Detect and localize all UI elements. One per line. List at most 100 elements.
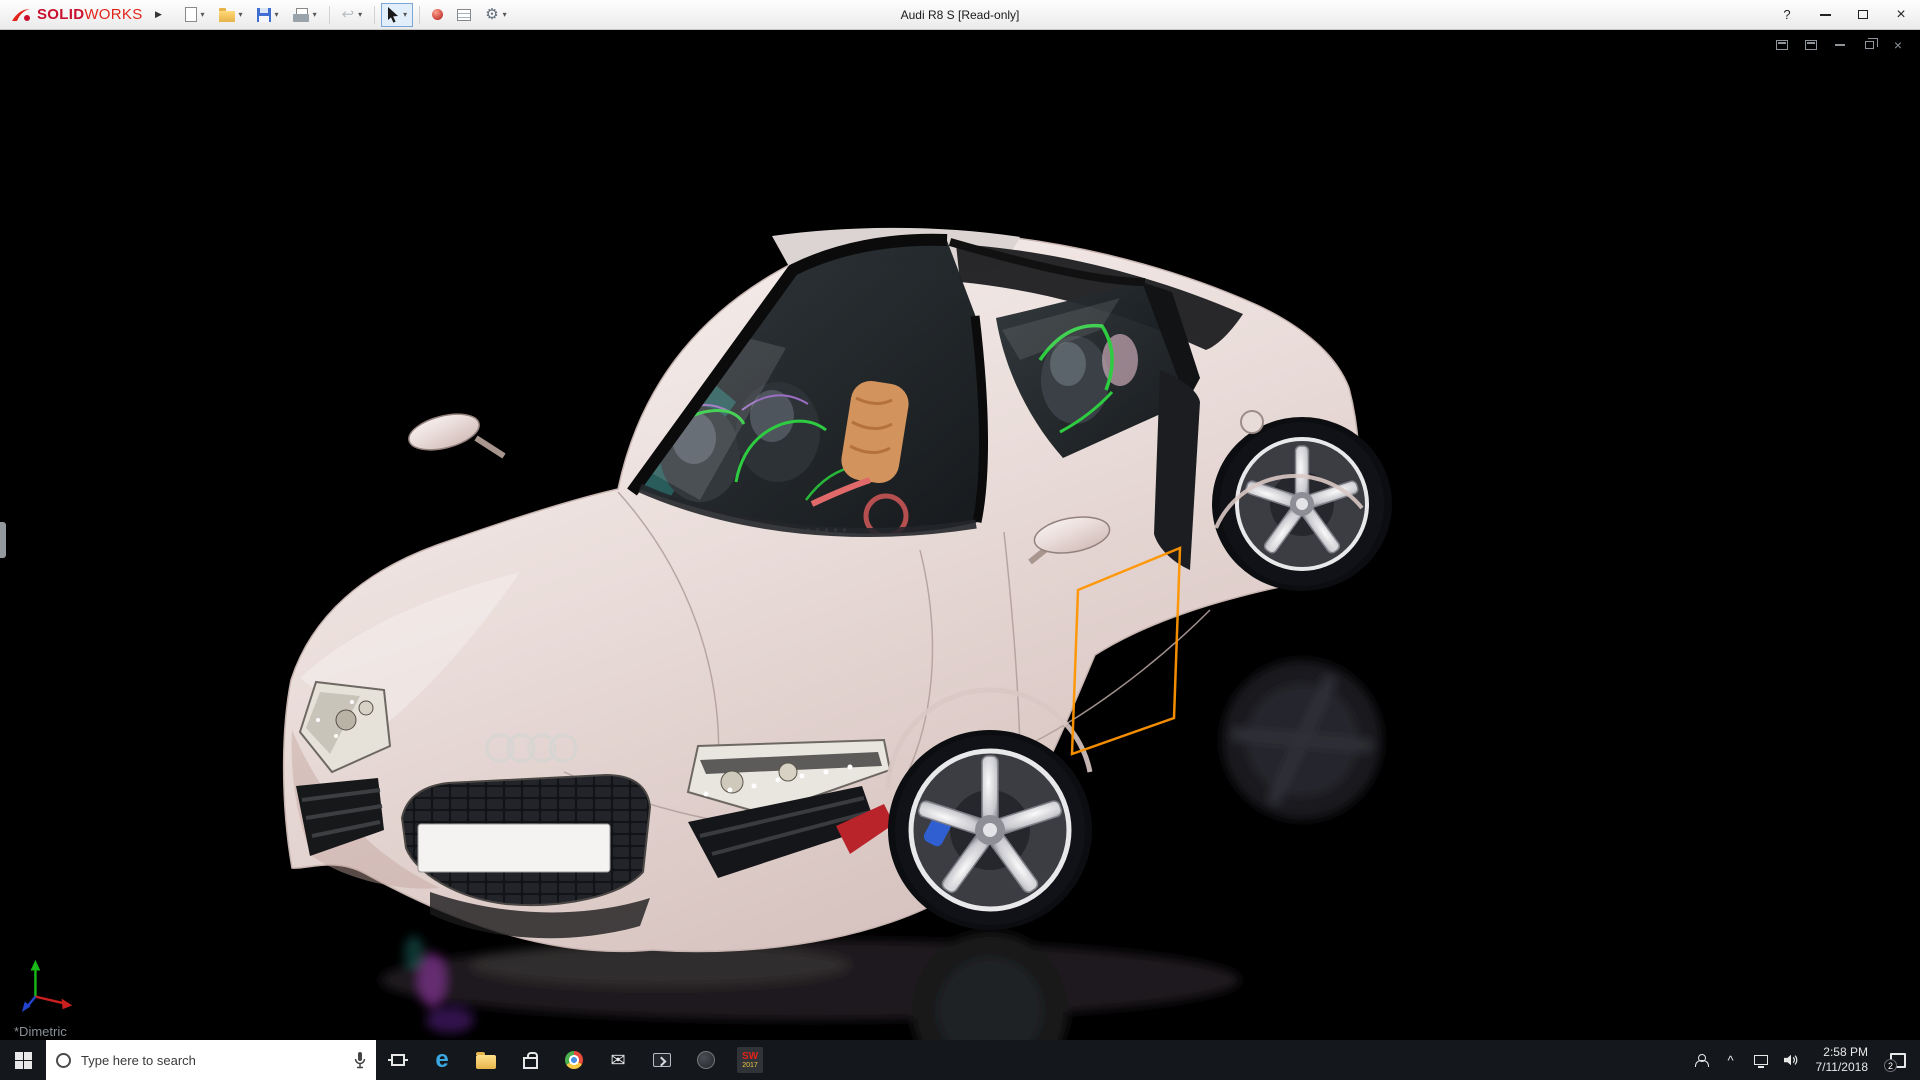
taskbar-clock[interactable]: 2:58 PM 7/11/2018	[1808, 1045, 1877, 1075]
minimize-icon	[1819, 13, 1831, 16]
maximize-button[interactable]	[1844, 0, 1882, 29]
toolbar-separator	[374, 5, 376, 24]
chevron-down-icon: ▾	[403, 10, 408, 19]
save-floppy-icon	[256, 7, 271, 22]
microphone-icon[interactable]	[354, 1051, 366, 1069]
close-button[interactable]: ×	[1882, 0, 1920, 29]
help-button[interactable]: ?	[1768, 0, 1806, 29]
panel-collapse-tab[interactable]	[0, 522, 6, 558]
browser-icon	[565, 1051, 583, 1069]
store-button[interactable]	[508, 1040, 552, 1080]
chevron-down-icon: ▾	[502, 10, 507, 19]
open-button[interactable]: ▾	[213, 3, 249, 27]
task-view-icon	[391, 1054, 405, 1066]
graphics-area[interactable]: × *Dimetric	[0, 30, 1920, 1040]
fuel-cap[interactable]	[1240, 410, 1264, 434]
options-button[interactable]: ⚙ ▾	[479, 3, 512, 27]
doc-panel-button-2[interactable]	[1803, 38, 1819, 52]
edge-icon: e	[435, 1046, 449, 1073]
chevron-down-icon: ▾	[238, 10, 243, 19]
chevron-down-icon: ▾	[358, 10, 363, 19]
maximize-icon	[1858, 10, 1868, 19]
ds-logo-icon	[12, 8, 30, 21]
people-icon	[1694, 1054, 1709, 1067]
chevron-down-icon: ▾	[312, 10, 317, 19]
solidworks-taskbar-button[interactable]: SW 2017	[728, 1040, 772, 1080]
chevron-down-icon: ▾	[200, 10, 205, 19]
volume-button[interactable]	[1778, 1040, 1804, 1080]
solidworks-app-icon: SW 2017	[737, 1047, 763, 1073]
doc-close-button[interactable]: ×	[1890, 37, 1906, 53]
brand-text: SOLIDWORKS	[37, 5, 143, 23]
windows-taskbar: e ✉ SW 2017 ^ 2:58 PM 7/11/2018 2	[0, 1040, 1920, 1080]
toolbar-separator	[328, 5, 330, 24]
hidden-icons-button[interactable]: ^	[1718, 1040, 1744, 1080]
network-button[interactable]	[1748, 1040, 1774, 1080]
car-model[interactable]	[282, 227, 1392, 953]
table-icon	[457, 8, 472, 21]
chevron-down-icon: ▾	[274, 10, 279, 19]
store-bag-icon	[522, 1052, 538, 1069]
doc-restore-button[interactable]	[1861, 38, 1878, 52]
search-input[interactable]	[79, 1051, 346, 1069]
panel-icon	[1805, 40, 1817, 50]
open-folder-icon	[218, 7, 235, 22]
mail-envelope-icon: ✉	[610, 1050, 626, 1070]
title-bar: SOLIDWORKS ▶ ▾ ▾ ▾ ▾ ↩ ▾ ▾ ⚙ ▾ Audi R8 S…	[0, 0, 1920, 30]
window-controls: ? ×	[1768, 0, 1920, 29]
people-button[interactable]	[1688, 1040, 1714, 1080]
select-button[interactable]: ▾	[381, 2, 414, 27]
mail-button[interactable]: ✉	[596, 1040, 640, 1080]
task-view-button[interactable]	[376, 1040, 420, 1080]
panel-icon	[1776, 40, 1788, 50]
toolbar-flyout-button[interactable]: ▶	[149, 4, 169, 26]
save-button[interactable]: ▾	[251, 3, 285, 27]
file-explorer-button[interactable]	[464, 1040, 508, 1080]
minimize-button[interactable]	[1806, 0, 1844, 29]
print-button[interactable]: ▾	[287, 3, 323, 27]
edge-browser-button[interactable]: e	[420, 1040, 464, 1080]
clock-time: 2:58 PM	[1823, 1045, 1868, 1059]
orientation-triad	[21, 959, 73, 1013]
undo-button[interactable]: ↩ ▾	[336, 3, 369, 27]
terminal-button[interactable]	[640, 1040, 684, 1080]
car-model-3d-view[interactable]	[0, 30, 1920, 1040]
left-mirror[interactable]	[405, 408, 506, 459]
design-table-button[interactable]	[451, 3, 477, 27]
network-icon	[1753, 1055, 1768, 1068]
view-orientation-label: *Dimetric	[14, 1024, 67, 1039]
front-wheel[interactable]	[888, 730, 1092, 930]
doc-minimize-button[interactable]	[1832, 38, 1848, 52]
app-icon	[697, 1051, 715, 1069]
taskbar-search[interactable]	[46, 1040, 376, 1080]
restore-icon	[1864, 38, 1878, 49]
volume-icon	[1783, 1054, 1797, 1066]
document-title: Audi R8 S [Read-only]	[900, 8, 1020, 22]
system-tray: ^ 2:58 PM 7/11/2018 2	[1688, 1040, 1920, 1080]
browser-button[interactable]	[552, 1040, 596, 1080]
printer-icon	[292, 7, 309, 22]
file-explorer-icon	[476, 1051, 496, 1069]
undo-icon: ↩	[341, 6, 355, 23]
cursor-arrow-icon	[388, 6, 399, 23]
toolbar-separator	[419, 5, 421, 24]
start-button[interactable]	[0, 1040, 46, 1080]
appearance-sphere-icon	[432, 9, 444, 20]
appearance-button[interactable]	[426, 3, 449, 27]
license-plate[interactable]	[417, 823, 611, 873]
gear-icon: ⚙	[485, 6, 499, 23]
app-button[interactable]	[684, 1040, 728, 1080]
windows-logo-icon	[14, 1051, 32, 1069]
new-document-icon	[184, 7, 197, 22]
cortana-icon	[56, 1052, 71, 1068]
notification-badge: 2	[1884, 1059, 1897, 1072]
doc-panel-button-1[interactable]	[1774, 38, 1790, 52]
rear-wheel[interactable]	[1212, 417, 1392, 591]
action-center-button[interactable]: 2	[1880, 1040, 1916, 1080]
minimize-icon	[1835, 44, 1845, 46]
solidworks-logo: SOLIDWORKS	[0, 6, 149, 24]
clock-date: 7/11/2018	[1815, 1060, 1869, 1074]
document-window-controls: ×	[1774, 37, 1906, 53]
new-document-button[interactable]: ▾	[179, 3, 211, 27]
terminal-icon	[653, 1053, 671, 1067]
